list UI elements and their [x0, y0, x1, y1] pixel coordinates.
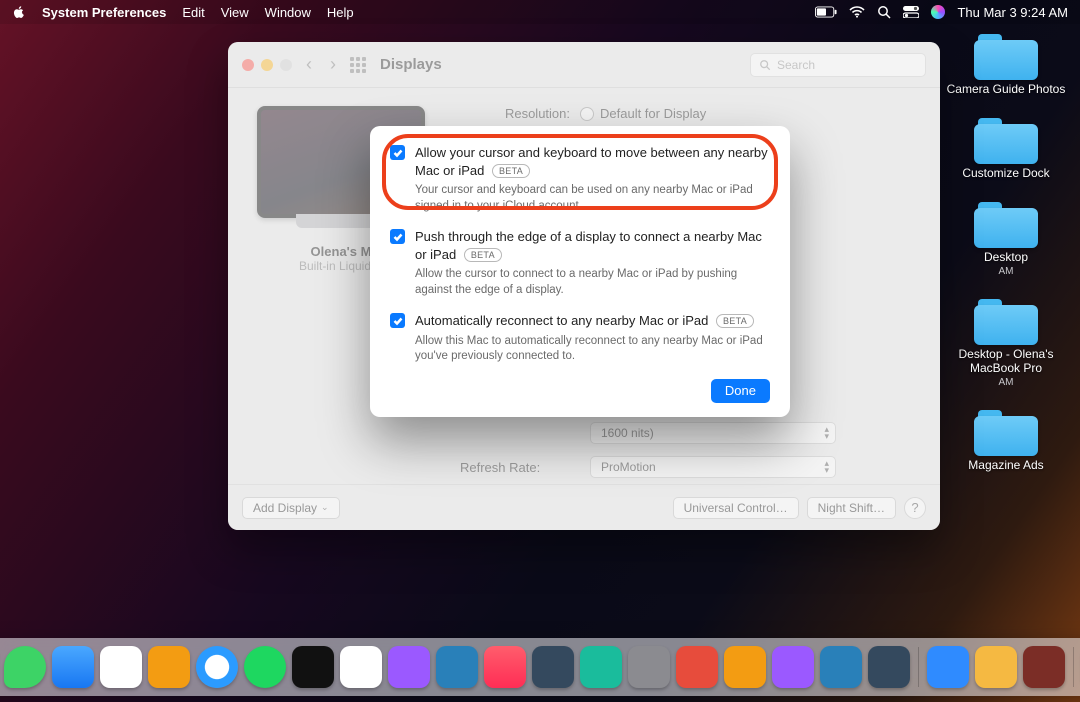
folder-icon: [974, 34, 1038, 80]
menubar-app-name[interactable]: System Preferences: [42, 5, 166, 20]
option-row: Automatically reconnect to any nearby Ma…: [390, 312, 770, 365]
folder-icon: [974, 118, 1038, 164]
dock-app-icon[interactable]: [388, 646, 430, 688]
desktop-icons: Camera Guide Photos Customize Dock Deskt…: [946, 34, 1066, 472]
menubar-datetime[interactable]: Thu Mar 3 9:24 AM: [957, 5, 1068, 20]
dock-messages-icon[interactable]: [4, 646, 46, 688]
dock-app-icon[interactable]: [868, 646, 910, 688]
dock-spotify-icon[interactable]: [244, 646, 286, 688]
dock-mail-icon[interactable]: [52, 646, 94, 688]
folder-label: Desktop: [984, 250, 1028, 264]
dock-music-icon[interactable]: [484, 646, 526, 688]
menu-window[interactable]: Window: [265, 5, 311, 20]
dock-app-icon[interactable]: [436, 646, 478, 688]
folder-icon: [974, 410, 1038, 456]
dock-separator: [1073, 647, 1074, 687]
dock-app-icon[interactable]: [772, 646, 814, 688]
desktop-folder[interactable]: Camera Guide Photos: [946, 34, 1066, 96]
folder-subtext: AM: [999, 266, 1014, 277]
universal-control-sheet: Allow your cursor and keyboard to move b…: [370, 126, 790, 417]
checkbox[interactable]: [390, 313, 405, 328]
option-row: Push through the edge of a display to co…: [390, 228, 770, 298]
folder-label: Magazine Ads: [968, 458, 1043, 472]
dock-safari-icon[interactable]: [196, 646, 238, 688]
apple-menu-icon[interactable]: [12, 5, 26, 19]
spotlight-icon[interactable]: [877, 5, 891, 19]
battery-icon[interactable]: [815, 6, 837, 18]
dock-photos-icon[interactable]: [100, 646, 142, 688]
checkbox[interactable]: [390, 229, 405, 244]
checkbox[interactable]: [390, 145, 405, 160]
folder-label: Camera Guide Photos: [947, 82, 1066, 96]
dock-calendar-icon[interactable]: [340, 646, 382, 688]
menubar: System Preferences Edit View Window Help…: [0, 0, 1080, 24]
menu-edit[interactable]: Edit: [182, 5, 204, 20]
folder-icon: [974, 299, 1038, 345]
folder-subtext: AM: [999, 377, 1014, 388]
desktop-folder[interactable]: Customize Dock: [946, 118, 1066, 180]
dock-dictionary-icon[interactable]: [1023, 646, 1065, 688]
dock-app-icon[interactable]: [820, 646, 862, 688]
dock-app-icon[interactable]: [148, 646, 190, 688]
dock-app-icon[interactable]: [676, 646, 718, 688]
dock-tv-icon[interactable]: [292, 646, 334, 688]
dock-separator: [918, 647, 919, 687]
dock: [0, 638, 1080, 696]
wifi-icon[interactable]: [849, 6, 865, 18]
beta-badge: BETA: [492, 164, 530, 178]
beta-badge: BETA: [464, 248, 502, 262]
dock-app-icon[interactable]: [580, 646, 622, 688]
dock-sysprefs-icon[interactable]: [628, 646, 670, 688]
option-subtitle: Allow this Mac to automatically reconnec…: [415, 334, 770, 365]
desktop-folder[interactable]: Magazine Ads: [946, 410, 1066, 472]
option-subtitle: Your cursor and keyboard can be used on …: [415, 183, 770, 214]
desktop-folder[interactable]: Desktop AM: [946, 202, 1066, 277]
done-button[interactable]: Done: [711, 379, 770, 403]
folder-icon: [974, 202, 1038, 248]
dock-app-icon[interactable]: [532, 646, 574, 688]
desktop-folder[interactable]: Desktop - Olena's MacBook Pro AM: [946, 299, 1066, 388]
menu-help[interactable]: Help: [327, 5, 354, 20]
option-subtitle: Allow the cursor to connect to a nearby …: [415, 267, 770, 298]
dock-app-icon[interactable]: [975, 646, 1017, 688]
menu-view[interactable]: View: [221, 5, 249, 20]
folder-label: Desktop - Olena's MacBook Pro: [946, 347, 1066, 375]
option-title: Allow your cursor and keyboard to move b…: [415, 144, 770, 179]
control-center-icon[interactable]: [903, 6, 919, 18]
dock-app-icon[interactable]: [724, 646, 766, 688]
folder-label: Customize Dock: [962, 166, 1049, 180]
siri-icon[interactable]: [931, 5, 945, 19]
option-title: Push through the edge of a display to co…: [415, 228, 770, 263]
option-title: Automatically reconnect to any nearby Ma…: [415, 312, 770, 330]
dock-zoom-icon[interactable]: [927, 646, 969, 688]
beta-badge: BETA: [716, 314, 754, 328]
option-row: Allow your cursor and keyboard to move b…: [390, 144, 770, 214]
